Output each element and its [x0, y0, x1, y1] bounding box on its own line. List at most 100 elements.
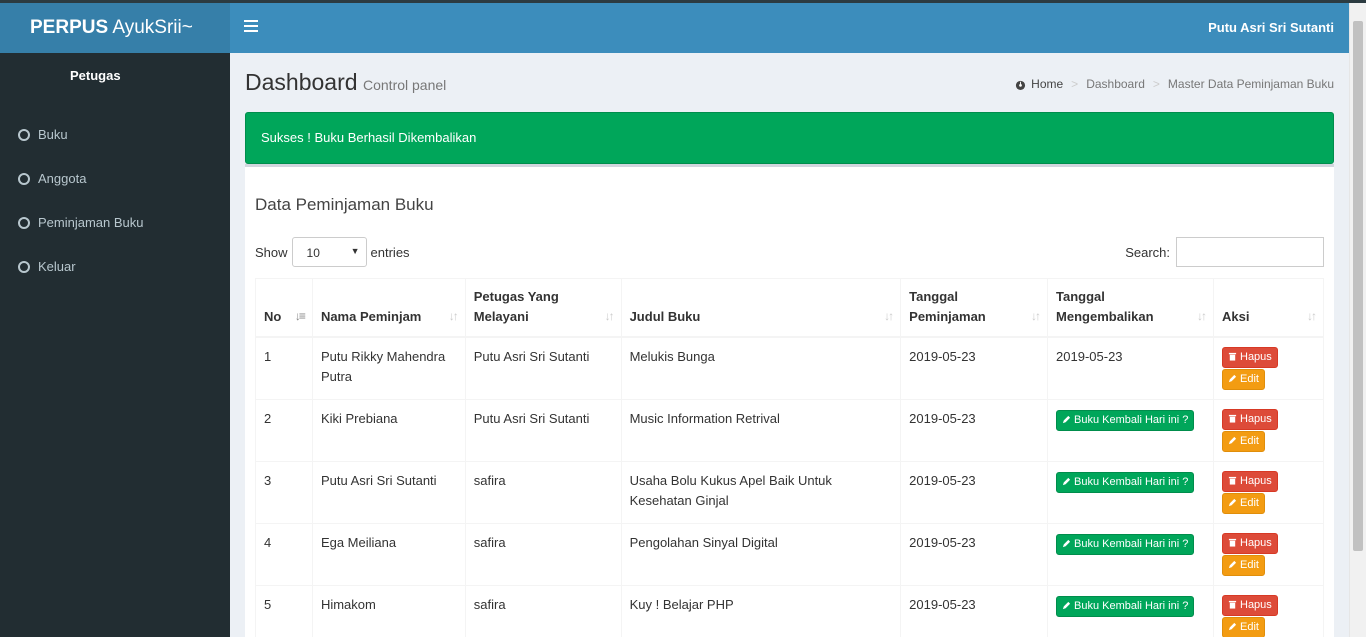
cell-judul-buku: Melukis Bunga	[620, 336, 902, 400]
trash-icon	[1228, 600, 1237, 609]
circle-icon	[18, 217, 30, 229]
page-subtitle: Control panel	[363, 77, 447, 93]
cell-nama-peminjam: Putu Rikky Mahendra Putra	[311, 336, 466, 400]
cell-aksi: Hapus Edit	[1213, 460, 1324, 524]
circle-icon	[18, 129, 30, 141]
cell-aksi: Hapus Edit	[1213, 584, 1324, 637]
trash-icon	[1228, 352, 1237, 361]
delete-button[interactable]: Hapus	[1222, 347, 1278, 368]
search-label: Search:	[1125, 244, 1170, 260]
cell-tanggal-peminjaman: 2019-05-23	[900, 336, 1049, 400]
sidebar-item-label: Peminjaman Buku	[38, 215, 144, 230]
cell-tanggal-mengembalikan: Buku Kembali Hari ini ?	[1047, 584, 1214, 637]
table-row: 5 Himakom safira Kuy ! Belajar PHP 2019-05-2…	[255, 584, 1324, 637]
table-body: 1 Putu Rikky Mahendra Putra Putu Asri Sri …	[255, 336, 1324, 637]
sidebar-item-anggota[interactable]: Anggota	[0, 157, 230, 201]
menu-icon[interactable]	[244, 20, 258, 34]
breadcrumb: Home > Dashboard > Master Data Peminjama…	[1015, 77, 1334, 91]
delete-button[interactable]: Hapus	[1222, 408, 1278, 430]
cell-petugas: safira	[464, 460, 622, 524]
cell-nama-peminjam: Himakom	[311, 584, 466, 637]
breadcrumb-home[interactable]: Home	[1031, 77, 1063, 91]
pencil-icon	[1062, 601, 1071, 609]
sidebar-item-label: Keluar	[38, 259, 76, 274]
table-header-row: No ↓≡ Nama Peminjam ↓↑ Petugas Yang Melayan…	[255, 278, 1324, 338]
sort-icon: ↓↑	[1031, 309, 1041, 323]
sort-icon: ↓↑	[884, 309, 894, 323]
circle-icon	[18, 173, 30, 185]
col-no[interactable]: No ↓≡	[255, 278, 313, 338]
cell-nama-peminjam: Kiki Prebiana	[311, 398, 466, 462]
sidebar-item-peminjaman-buku[interactable]: Peminjaman Buku	[0, 201, 230, 245]
sidebar: Petugas Buku Anggota Peminjaman Buku Kel…	[0, 53, 230, 637]
cell-judul-buku: Kuy ! Belajar PHP	[620, 584, 902, 637]
delete-button[interactable]: Hapus	[1222, 532, 1278, 554]
col-tanggal-mengembalikan[interactable]: Tanggal Mengembalikan ↓↑	[1047, 278, 1214, 338]
cell-judul-buku: Music Information Retrival	[620, 398, 902, 462]
cell-petugas: Putu Asri Sri Sutanti	[464, 336, 622, 400]
chevron-down-icon: ▼	[350, 246, 360, 256]
trash-icon	[1228, 538, 1237, 547]
sort-icon: ↓↑	[448, 309, 459, 323]
sidebar-item-keluar[interactable]: Keluar	[0, 245, 230, 289]
main-content: Dashboard Control panel Home > Dashboard…	[230, 53, 1349, 637]
success-alert: Sukses ! Buku Berhasil Dikembalikan	[245, 112, 1334, 164]
breadcrumb-separator: >	[1071, 77, 1079, 91]
pencil-icon	[1062, 539, 1071, 547]
pencil-icon	[1228, 374, 1237, 383]
edit-button[interactable]: Edit	[1222, 616, 1265, 637]
pencil-icon	[1228, 622, 1237, 630]
trash-icon	[1228, 476, 1237, 485]
sidebar-menu: Buku Anggota Peminjaman Buku Keluar	[0, 113, 230, 289]
search-input[interactable]	[1176, 237, 1324, 267]
return-book-button[interactable]: Buku Kembali Hari ini ?	[1056, 409, 1195, 431]
sort-icon: ↓↑	[604, 309, 615, 323]
breadcrumb-separator: >	[1152, 77, 1160, 91]
edit-button[interactable]: Edit	[1222, 492, 1265, 514]
breadcrumb-current: Master Data Peminjaman Buku	[1167, 77, 1334, 91]
cell-petugas: Putu Asri Sri Sutanti	[464, 398, 622, 462]
table-row: 2 Kiki Prebiana Putu Asri Sri Sutanti Music…	[255, 398, 1324, 462]
app-logo[interactable]: PERPUS AyukSrii~	[0, 3, 230, 53]
box-title: Data Peminjaman Buku	[255, 195, 434, 214]
page-scrollbar[interactable]	[1349, 3, 1366, 637]
cell-tanggal-mengembalikan: 2019-05-23	[1047, 336, 1214, 400]
entries-select[interactable]: 10 ▼	[291, 237, 367, 267]
cell-aksi: Hapus Edit	[1213, 522, 1324, 586]
cell-tanggal-mengembalikan: Buku Kembali Hari ini ?	[1047, 522, 1214, 586]
sidebar-item-buku[interactable]: Buku	[0, 113, 230, 157]
cell-judul-buku: Pengolahan Sinyal Digital	[620, 522, 902, 586]
return-book-button[interactable]: Buku Kembali Hari ini ?	[1056, 471, 1195, 493]
edit-button[interactable]: Edit	[1222, 554, 1265, 576]
pencil-icon	[1228, 498, 1237, 506]
return-book-button[interactable]: Buku Kembali Hari ini ?	[1056, 533, 1195, 555]
col-tanggal-peminjaman[interactable]: Tanggal Peminjaman ↓↑	[900, 278, 1049, 338]
delete-button[interactable]: Hapus	[1222, 594, 1278, 616]
cell-tanggal-peminjaman: 2019-05-23	[900, 460, 1049, 524]
delete-button[interactable]: Hapus	[1222, 470, 1278, 492]
col-aksi[interactable]: Aksi ↓↑	[1213, 278, 1324, 338]
pencil-icon	[1062, 415, 1071, 423]
cell-no: 4	[255, 522, 313, 586]
home-icon	[1016, 80, 1026, 90]
user-menu[interactable]: Putu Asri Sri Sutanti	[1208, 3, 1334, 53]
col-petugas[interactable]: Petugas Yang Melayani ↓↑	[464, 278, 622, 338]
return-book-button[interactable]: Buku Kembali Hari ini ?	[1056, 595, 1195, 617]
pencil-icon	[1062, 477, 1071, 485]
pencil-icon	[1228, 436, 1237, 444]
scrollbar-thumb[interactable]	[1353, 21, 1363, 551]
sort-icon: ↓↑	[1197, 309, 1207, 323]
col-nama-peminjam[interactable]: Nama Peminjam ↓↑	[311, 278, 466, 338]
table-row: 1 Putu Rikky Mahendra Putra Putu Asri Sri …	[255, 336, 1324, 400]
loans-table: No ↓≡ Nama Peminjam ↓↑ Petugas Yang Melayan…	[255, 278, 1324, 637]
cell-judul-buku: Usaha Bolu Kukus Apel Baik Untuk Kesehat…	[620, 460, 902, 524]
breadcrumb-dashboard[interactable]: Dashboard	[1086, 77, 1145, 91]
edit-button[interactable]: Edit	[1222, 369, 1265, 390]
top-navbar: Putu Asri Sri Sutanti	[230, 3, 1349, 53]
sidebar-item-label: Anggota	[38, 171, 87, 186]
cell-nama-peminjam: Putu Asri Sri Sutanti	[311, 460, 466, 524]
edit-button[interactable]: Edit	[1222, 430, 1265, 452]
cell-tanggal-mengembalikan: Buku Kembali Hari ini ?	[1047, 460, 1214, 524]
col-judul-buku[interactable]: Judul Buku ↓↑	[620, 278, 902, 338]
sidebar-item-label: Buku	[38, 127, 68, 142]
